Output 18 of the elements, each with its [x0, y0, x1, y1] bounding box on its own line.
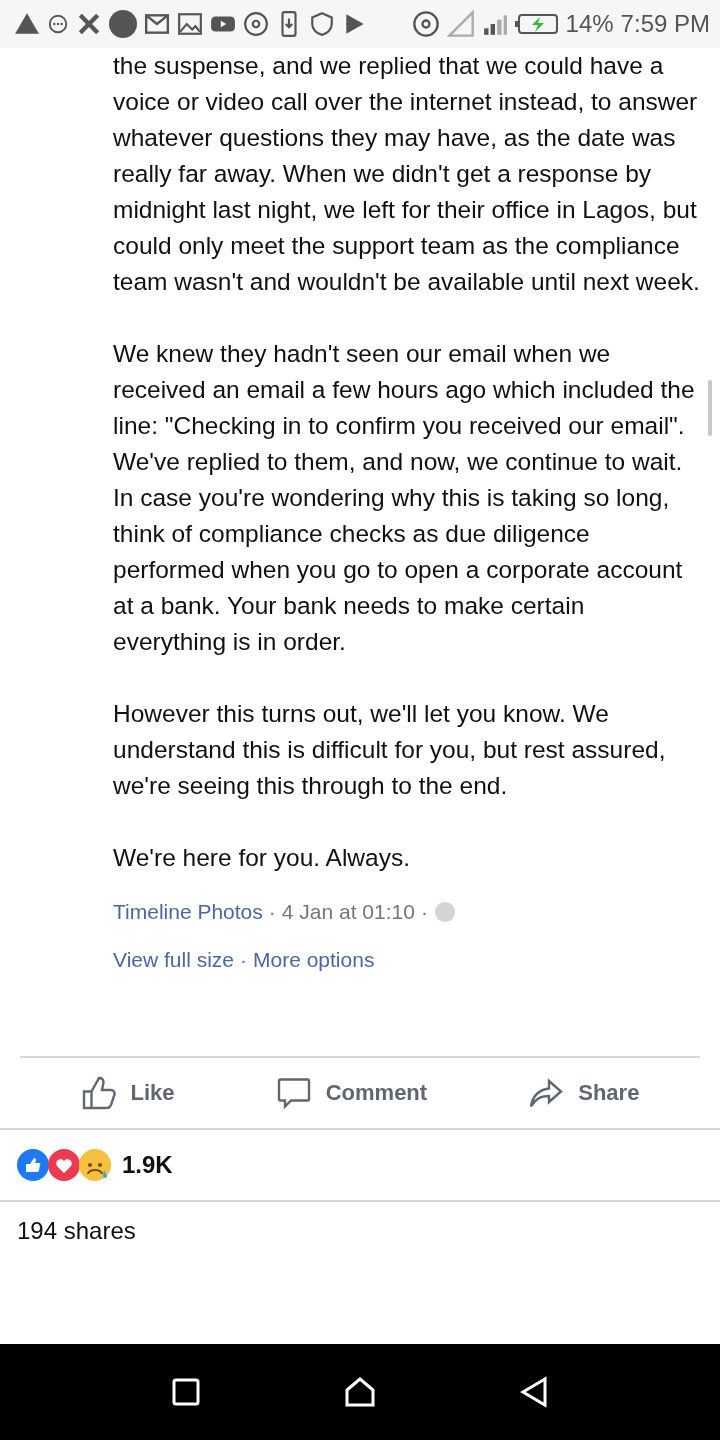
separator: · [420, 900, 428, 924]
clock-time: 7:59 PM [620, 10, 710, 38]
post-paragraph: We're here for you. Always. [113, 843, 411, 873]
post-paragraph: We knew they hadn't seen our email when we received an email a few hours ago which included the line: "Checking in to confirm you received our email". We've replied to them, and now, we continue to wait. In case you're wondering why this is taking so long, think of compliance checks as due diligence performed when you go to open a corporate account at a bank. Your bank needs to make certain everything is in order. [113, 339, 696, 657]
post-paragraph: However this turns out, we'll let you know. We understand this is difficult for you, but rest assured, we're seeing this through to the end. [113, 699, 667, 801]
action-button[interactable]: Share [522, 1069, 646, 1117]
post-link[interactable]: More options [253, 948, 375, 972]
separator: · [240, 948, 247, 972]
action-button[interactable]: Like [74, 1069, 181, 1117]
battery-percentage: 14% [565, 10, 614, 38]
album-link[interactable]: Timeline Photos [113, 900, 263, 924]
post-date: 4 Jan at 01:10 [281, 900, 415, 924]
shares-count[interactable]: 194 shares [17, 1217, 136, 1245]
action-button[interactable]: Comment [269, 1069, 434, 1117]
post-link[interactable]: View full size [113, 948, 234, 972]
reaction-count[interactable]: 1.9K [122, 1151, 173, 1179]
post-paragraph: the suspense, and we replied that we could have a voice or video call over the internet instead, to answer whatever questions they may have, as the date was really far away. When we didn't get a response by midnight last night, we left for their office in Lagos, but could only meet the support team as the compliance team wasn't and wouldn't be available until next week. [113, 51, 701, 297]
separator: · [268, 900, 276, 924]
